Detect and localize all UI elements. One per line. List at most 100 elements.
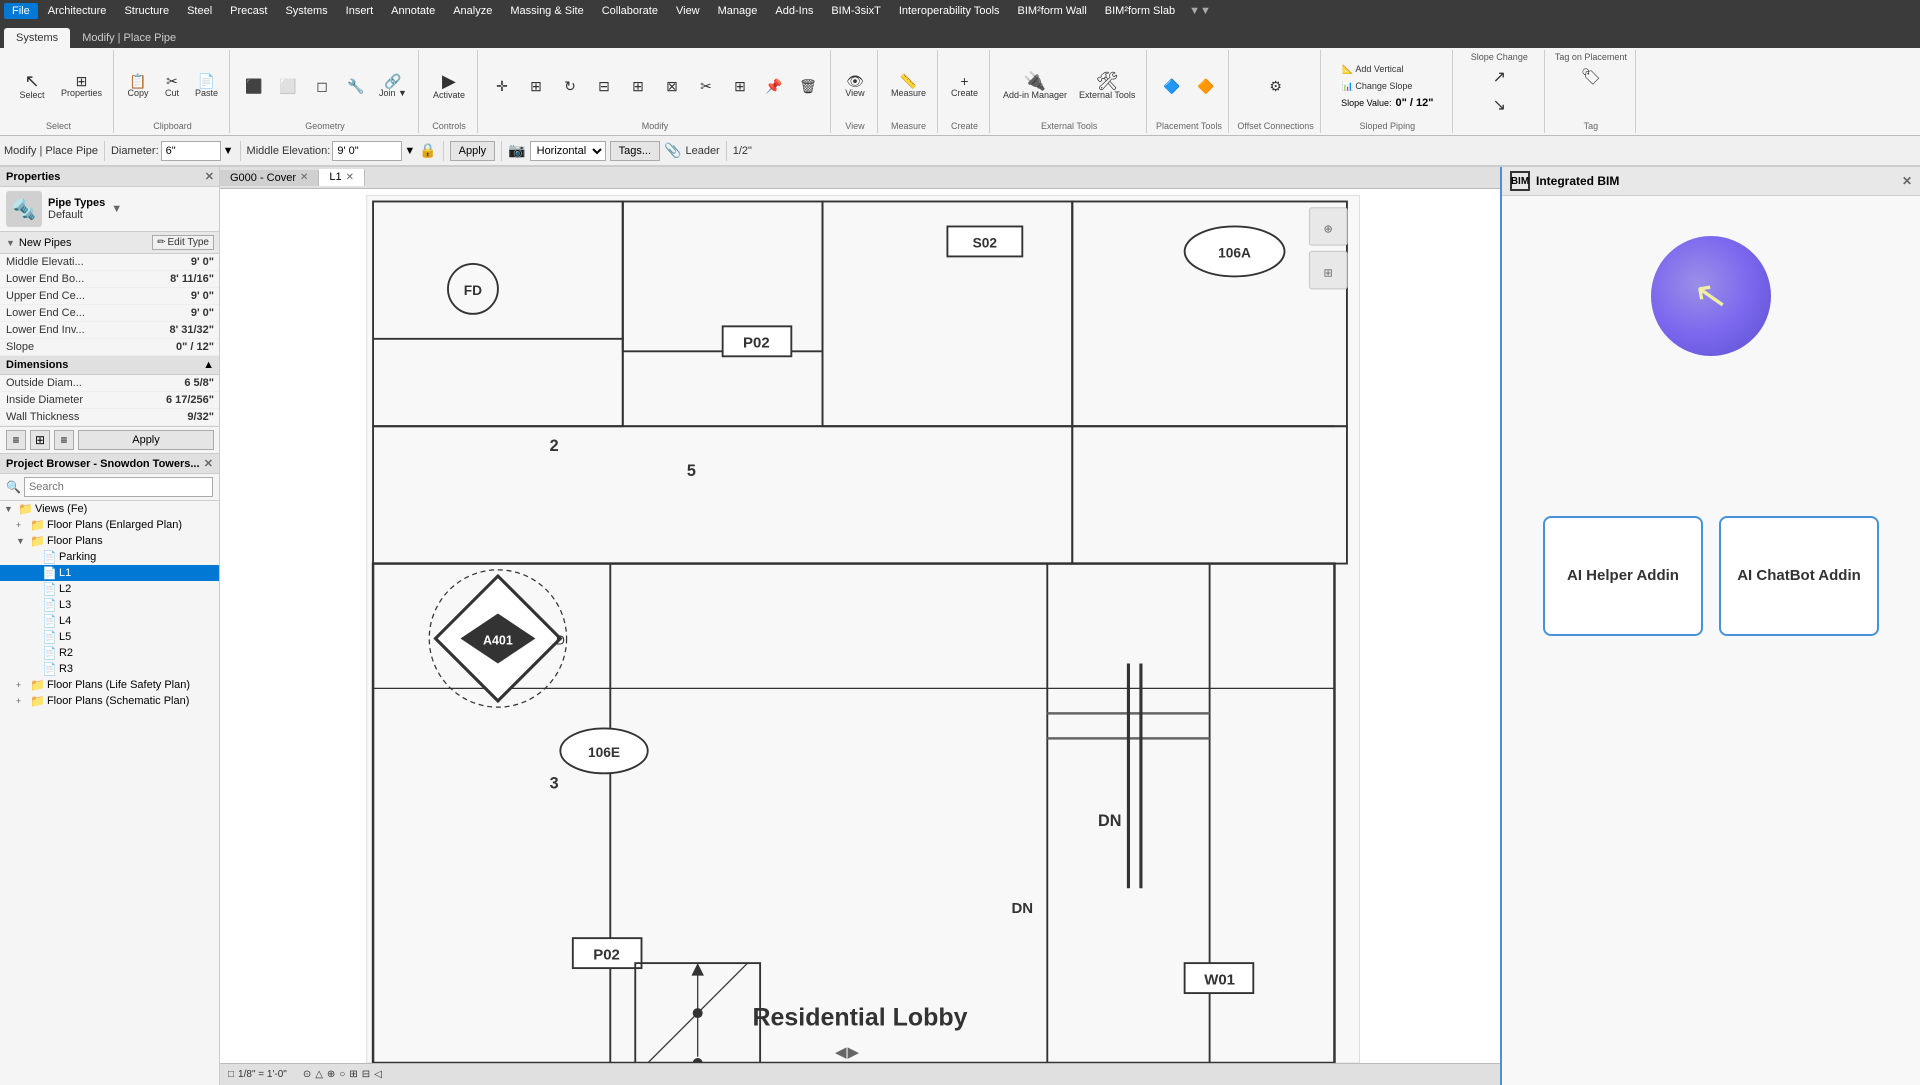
tree-item-r2[interactable]: · 📄 R2 xyxy=(0,645,219,661)
copy-button[interactable]: 📋 Copy xyxy=(122,71,154,101)
properties-button[interactable]: ⊞ Properties xyxy=(56,71,107,101)
status-icon-6[interactable]: ⊟ xyxy=(362,1069,370,1080)
lock-icon[interactable]: 🔒 xyxy=(419,142,436,159)
geometry-btn3[interactable]: ◻ xyxy=(306,76,338,96)
add-vertical-button[interactable]: 📐 Add Vertical xyxy=(1338,62,1407,77)
tree-expand-life-safety[interactable]: + xyxy=(16,680,28,690)
tab-l1-close[interactable]: ✕ xyxy=(346,172,354,183)
menu-annotate[interactable]: Annotate xyxy=(383,3,443,19)
status-icon-4[interactable]: ○ xyxy=(339,1069,345,1080)
slope-down-button[interactable]: ↘ xyxy=(1483,92,1515,118)
canvas-wrapper[interactable]: FD S02 106A P02 2 3 5 A401 D xyxy=(220,189,1500,1063)
menu-bimwall[interactable]: BIM²form Wall xyxy=(1010,3,1095,19)
project-browser-close-button[interactable]: ✕ xyxy=(204,457,213,470)
tab-systems[interactable]: Systems xyxy=(4,28,70,48)
cut-button[interactable]: ✂ Cut xyxy=(156,71,188,101)
menu-view[interactable]: View xyxy=(668,3,708,19)
leader-icon[interactable]: 📎 xyxy=(664,142,681,159)
menu-massing[interactable]: Massing & Site xyxy=(502,3,591,19)
tree-item-r3[interactable]: · 📄 R3 xyxy=(0,661,219,677)
paste-button[interactable]: 📄 Paste xyxy=(190,71,223,101)
menu-precast[interactable]: Precast xyxy=(222,3,275,19)
placement-btn1[interactable]: 🔷 xyxy=(1156,76,1188,96)
diameter-input[interactable] xyxy=(161,141,221,161)
menu-manage[interactable]: Manage xyxy=(710,3,766,19)
tree-expand-schematic[interactable]: + xyxy=(16,696,28,706)
pipe-type-dropdown[interactable]: ▼ xyxy=(111,203,122,215)
dimensions-section[interactable]: Dimensions ▲ xyxy=(0,356,220,375)
tree-item-l1[interactable]: · 📄 L1 xyxy=(0,565,219,581)
modify-pin[interactable]: 📌 xyxy=(758,76,790,96)
external-tools-button[interactable]: 🛠 External Tools xyxy=(1074,67,1140,105)
offset-btn[interactable]: ⚙ xyxy=(1260,76,1292,96)
menu-addins[interactable]: Add-Ins xyxy=(767,3,821,19)
menu-collaborate[interactable]: Collaborate xyxy=(594,3,666,19)
modify-delete[interactable]: 🗑 xyxy=(792,76,824,96)
geometry-btn4[interactable]: 🔧 xyxy=(340,76,372,96)
tree-item-views-fe[interactable]: ▼ 📁 Views (Fe) xyxy=(0,501,219,517)
tree-item-l2[interactable]: · 📄 L2 xyxy=(0,581,219,597)
tab-g000[interactable]: G000 - Cover ✕ xyxy=(220,170,319,186)
tags-button[interactable]: Tags... xyxy=(610,141,660,161)
status-icon-3[interactable]: ⊕ xyxy=(327,1069,335,1080)
tree-item-parking[interactable]: · 📄 Parking xyxy=(0,549,219,565)
status-icon-5[interactable]: ⊞ xyxy=(349,1069,357,1080)
tree-item-l3[interactable]: · 📄 L3 xyxy=(0,597,219,613)
modify-array[interactable]: ⊞ xyxy=(622,76,654,96)
view-btn[interactable]: 👁View xyxy=(839,71,871,101)
placement-btn2[interactable]: 🔶 xyxy=(1190,76,1222,96)
change-slope-button[interactable]: 📊 Change Slope xyxy=(1338,79,1416,94)
join-button[interactable]: 🔗 Join ▼ xyxy=(374,71,412,101)
status-icon-2[interactable]: △ xyxy=(315,1069,323,1080)
diameter-dropdown-icon[interactable]: ▼ xyxy=(223,145,234,157)
menu-file[interactable]: File xyxy=(4,3,38,19)
ai-helper-addin-button[interactable]: AI Helper Addin xyxy=(1543,516,1703,636)
menu-insert[interactable]: Insert xyxy=(338,3,382,19)
menu-bimslab[interactable]: BIM²form Slab xyxy=(1097,3,1183,19)
menu-analyze[interactable]: Analyze xyxy=(445,3,500,19)
tab-modify[interactable]: Modify | Place Pipe xyxy=(70,28,188,48)
modify-split[interactable]: ⊞ xyxy=(724,76,756,96)
addin-manager-button[interactable]: 🔌 Add-in Manager xyxy=(998,67,1072,105)
tree-expand-floor-plans[interactable]: ▼ xyxy=(16,536,28,546)
modify-mirror[interactable]: ⊟ xyxy=(588,76,620,96)
tree-expand-enlarged[interactable]: + xyxy=(16,520,28,530)
apply-button[interactable]: Apply xyxy=(450,141,496,161)
tree-expand-views[interactable]: ▼ xyxy=(4,504,16,514)
orientation-select[interactable]: Horizontal Vertical xyxy=(530,141,606,161)
modify-copy[interactable]: ⊞ xyxy=(520,76,552,96)
tree-item-enlarged-plan[interactable]: + 📁 Floor Plans (Enlarged Plan) xyxy=(0,517,219,533)
tree-item-schematic[interactable]: + 📁 Floor Plans (Schematic Plan) xyxy=(0,693,219,709)
geometry-btn1[interactable]: ⬛ xyxy=(238,76,270,96)
elevation-input[interactable] xyxy=(332,141,402,161)
menu-interop[interactable]: Interoperability Tools xyxy=(891,3,1008,19)
panel-sort-btn1[interactable]: ≡ xyxy=(6,430,26,450)
bim-panel-close-button[interactable]: ✕ xyxy=(1902,174,1912,188)
status-icon-1[interactable]: ⊙ xyxy=(303,1069,311,1080)
menu-steel[interactable]: Steel xyxy=(179,3,220,19)
tree-item-l5[interactable]: · 📄 L5 xyxy=(0,629,219,645)
edit-type-button[interactable]: ✏ Edit Type xyxy=(152,235,214,250)
select-button[interactable]: ↖ Select xyxy=(10,67,54,105)
tag-placement-button[interactable]: 🏷 xyxy=(1575,64,1607,90)
panel-apply-button[interactable]: Apply xyxy=(78,430,214,450)
menu-structure[interactable]: Structure xyxy=(116,3,177,19)
menu-bim3sixt[interactable]: BIM-3sixT xyxy=(823,3,889,19)
slope-up-button[interactable]: ↗ xyxy=(1483,64,1515,90)
ai-chatbot-addin-button[interactable]: AI ChatBot Addin xyxy=(1719,516,1879,636)
menu-systems[interactable]: Systems xyxy=(277,3,335,19)
modify-trim[interactable]: ✂ xyxy=(690,76,722,96)
tree-item-l4[interactable]: · 📄 L4 xyxy=(0,613,219,629)
panel-sort-btn2[interactable]: ⊞ xyxy=(30,430,50,450)
menu-architecture[interactable]: Architecture xyxy=(40,3,115,19)
tab-l1[interactable]: L1 ✕ xyxy=(319,169,365,186)
tab-g000-close[interactable]: ✕ xyxy=(300,172,308,183)
status-icon-7[interactable]: ◁ xyxy=(374,1069,382,1080)
create-btn[interactable]: +Create xyxy=(946,71,983,101)
measure-btn[interactable]: 📏Measure xyxy=(886,71,931,101)
modify-move[interactable]: ✛ xyxy=(486,76,518,96)
elevation-dropdown-icon[interactable]: ▼ xyxy=(404,145,415,157)
modify-scale[interactable]: ⊠ xyxy=(656,76,688,96)
activate-button[interactable]: ▶ Activate xyxy=(427,67,471,105)
tree-item-life-safety[interactable]: + 📁 Floor Plans (Life Safety Plan) xyxy=(0,677,219,693)
